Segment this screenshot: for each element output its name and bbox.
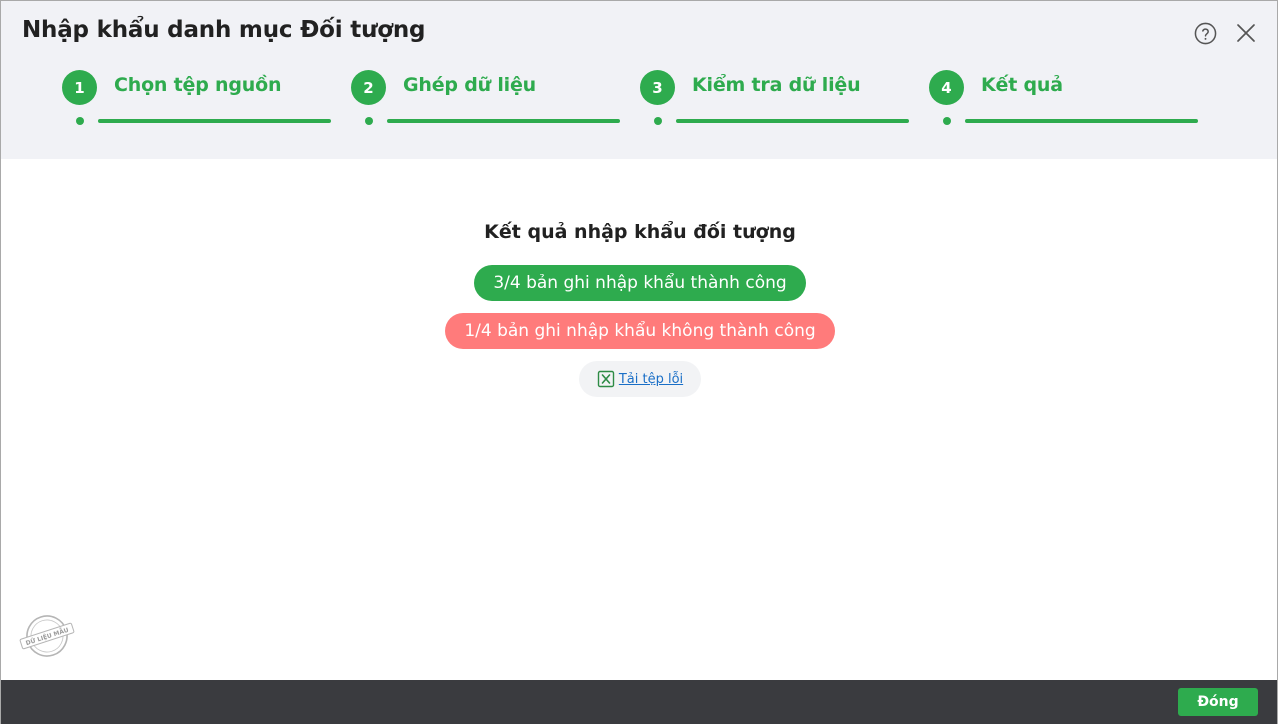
download-error-file-button[interactable]: Tải tệp lỗi xyxy=(579,361,701,397)
dialog-header: Nhập khẩu danh mục Đối tượng 1 Chọn tệp … xyxy=(1,1,1277,159)
close-button[interactable]: Đóng xyxy=(1178,688,1258,716)
sample-data-stamp: DỮ LIỆU MẪU xyxy=(19,615,75,657)
step-dot xyxy=(76,117,84,125)
step-progress-bar xyxy=(676,119,909,123)
step-check-data: 3 Kiểm tra dữ liệu xyxy=(640,70,910,130)
step-map-data: 2 Ghép dữ liệu xyxy=(351,70,621,130)
step-number: 2 xyxy=(351,70,386,105)
fail-count-text: 1/4 bản ghi nhập khẩu không thành công xyxy=(464,321,816,341)
help-circle-icon[interactable] xyxy=(1194,22,1217,45)
close-icon[interactable] xyxy=(1235,22,1257,44)
excel-file-icon xyxy=(597,370,615,388)
step-label: Chọn tệp nguồn xyxy=(114,74,282,96)
step-dot xyxy=(943,117,951,125)
step-label: Kiểm tra dữ liệu xyxy=(692,74,861,96)
step-label: Ghép dữ liệu xyxy=(403,74,537,96)
dialog-footer: Đóng xyxy=(1,680,1277,724)
success-count-badge: 3/4 bản ghi nhập khẩu thành công xyxy=(474,265,806,301)
step-dot xyxy=(654,117,662,125)
step-label: Kết quả xyxy=(981,74,1063,96)
step-progress-bar xyxy=(387,119,620,123)
step-number: 3 xyxy=(640,70,675,105)
step-progress-bar xyxy=(965,119,1198,123)
dialog-title: Nhập khẩu danh mục Đối tượng xyxy=(22,17,426,43)
step-number: 1 xyxy=(62,70,97,105)
fail-count-badge: 1/4 bản ghi nhập khẩu không thành công xyxy=(445,313,835,349)
result-content: Kết quả nhập khẩu đối tượng 3/4 bản ghi … xyxy=(1,159,1277,679)
step-result: 4 Kết quả xyxy=(929,70,1199,130)
step-progress-bar xyxy=(98,119,331,123)
step-number: 4 xyxy=(929,70,964,105)
download-error-file-link[interactable]: Tải tệp lỗi xyxy=(619,372,683,387)
success-count-text: 3/4 bản ghi nhập khẩu thành công xyxy=(493,273,787,293)
step-choose-source: 1 Chọn tệp nguồn xyxy=(62,70,332,130)
step-dot xyxy=(365,117,373,125)
result-title: Kết quả nhập khẩu đối tượng xyxy=(484,221,796,243)
import-dialog: Nhập khẩu danh mục Đối tượng 1 Chọn tệp … xyxy=(0,0,1278,724)
